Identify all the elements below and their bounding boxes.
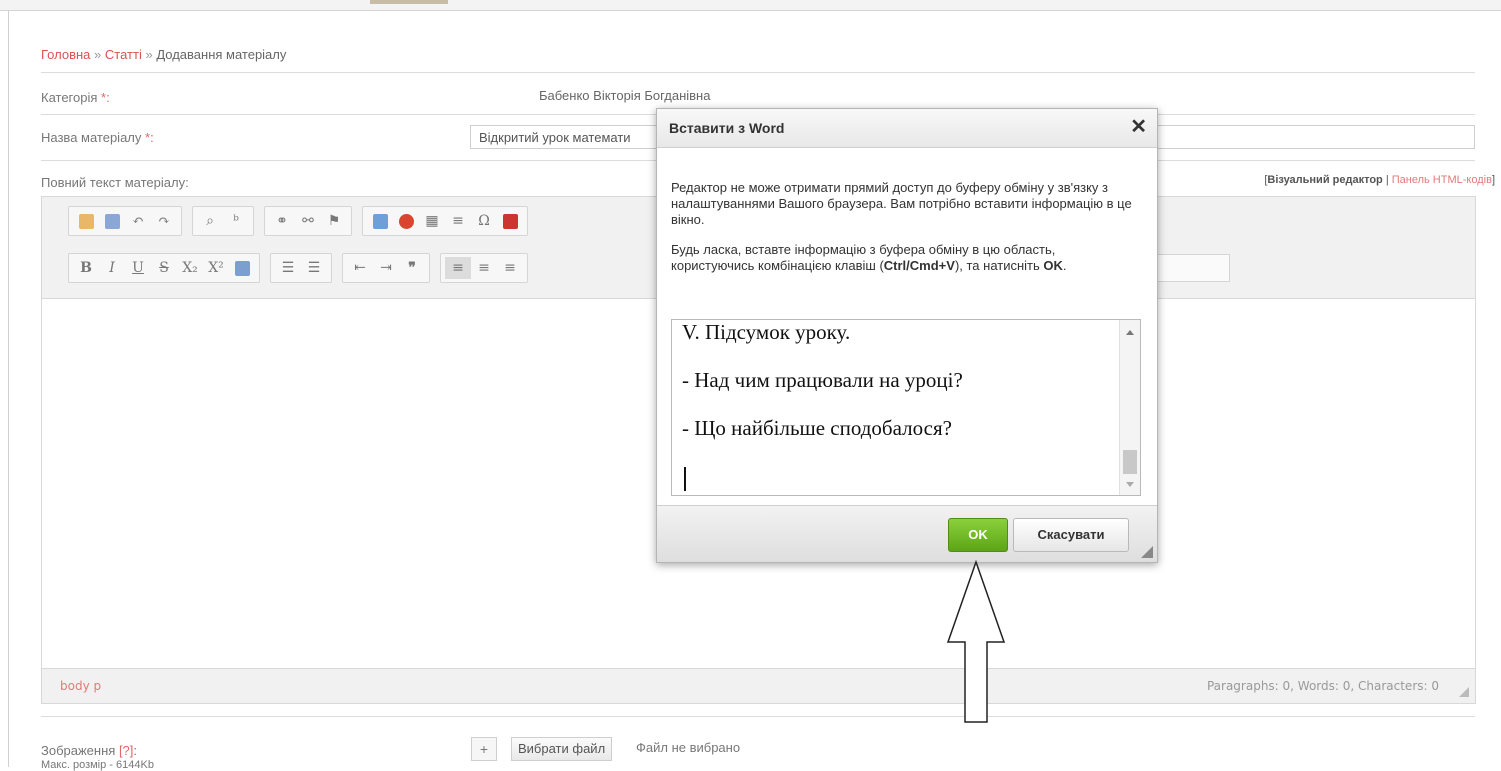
replace-icon[interactable]: ᵇ — [223, 210, 249, 232]
special-char-icon[interactable]: Ω — [471, 210, 497, 232]
toolbar-group: ≡ ≡ ≡ — [440, 253, 528, 283]
separator: | — [1385, 174, 1389, 186]
word-count: Paragraphs: 0, Words: 0, Characters: 0 — [1206, 679, 1439, 693]
dialog-title: Вставити з Word — [669, 120, 785, 136]
shortcut-keys: Ctrl/Cmd+V — [883, 258, 955, 273]
choose-file-button[interactable]: Вибрати файл — [511, 737, 613, 761]
unlink-icon[interactable]: ⚯ — [295, 210, 321, 232]
underline-button[interactable]: U — [125, 257, 151, 279]
dialog-instructions-2: Будь ласка, вставте інформацію з буфера … — [671, 242, 1141, 274]
youtube-icon[interactable] — [497, 210, 523, 232]
file-status: Файл не вибрано — [636, 740, 741, 755]
toolbar-group: ☰ ☰ — [270, 253, 332, 283]
title-label-text: Назва матеріалу — [41, 130, 142, 145]
dialog-resize-grip-icon[interactable] — [1141, 546, 1153, 558]
anchor-flag-icon[interactable]: ⚑ — [321, 210, 347, 232]
breadcrumb: Головна » Статті » Додавання матеріалу — [41, 47, 286, 62]
required-mark: *: — [101, 90, 110, 105]
paste-from-word-dialog: Вставити з Word ✕ Редактор не може отрим… — [656, 108, 1158, 563]
category-value: Бабенко Вікторія Богданівна — [539, 88, 711, 103]
breadcrumb-home-link[interactable]: Головна — [41, 47, 90, 62]
toolbar-group: ⇤ ⇥ ❞ — [342, 253, 430, 283]
toolbar-group: ⌕ ᵇ — [192, 206, 254, 236]
html-panel-link[interactable]: Панель HTML-кодів — [1392, 174, 1492, 186]
dialog-header[interactable]: Вставити з Word ✕ — [657, 109, 1157, 148]
paste-line: V. Підсумок уроку. — [682, 320, 851, 344]
undo-icon[interactable]: ↶ — [125, 210, 151, 232]
align-left-icon[interactable]: ≡ — [445, 257, 471, 279]
add-image-button[interactable]: + — [471, 737, 497, 761]
paste-scrollbar[interactable] — [1119, 320, 1140, 495]
category-label-text: Категорія — [41, 90, 98, 105]
fulltext-label: Повний текст матеріалу: — [41, 175, 189, 190]
horizontal-rule-icon[interactable]: ≡ — [445, 210, 471, 232]
link-icon[interactable]: ⚭ — [269, 210, 295, 232]
bullet-list-icon[interactable]: ☰ — [301, 257, 327, 279]
instruction-text: ), та натисніть — [954, 258, 1044, 273]
paste-word-icon[interactable] — [99, 210, 125, 232]
required-mark: *: — [145, 130, 154, 145]
blockquote-icon[interactable]: ❞ — [399, 257, 425, 279]
scroll-thumb[interactable] — [1123, 450, 1137, 474]
divider — [41, 72, 1475, 73]
align-right-icon[interactable]: ≡ — [497, 257, 523, 279]
bold-button[interactable]: B — [73, 257, 99, 279]
paste-textarea[interactable]: V. Підсумок уроку. - Над чим працювали н… — [671, 319, 1141, 496]
numbered-list-icon[interactable]: ☰ — [275, 257, 301, 279]
redo-icon[interactable]: ↷ — [151, 210, 177, 232]
annotation-arrow-icon — [946, 560, 1006, 723]
close-icon[interactable]: ✕ — [1130, 115, 1147, 139]
indent-icon[interactable]: ⇥ — [373, 257, 399, 279]
outdent-icon[interactable]: ⇤ — [347, 257, 373, 279]
divider — [41, 716, 1475, 717]
table-icon[interactable]: ▦ — [419, 210, 445, 232]
paste-line: - Над чим працювали на уроці? — [682, 368, 963, 392]
window-left-border — [8, 10, 9, 767]
remove-format-icon[interactable] — [229, 257, 255, 279]
superscript-button[interactable]: X² — [203, 257, 229, 279]
breadcrumb-current: Додавання матеріалу — [156, 47, 287, 62]
toolbar-group: ↶ ↷ — [68, 206, 182, 236]
toolbar-group: B I U S X₂ X² — [68, 253, 260, 283]
visual-editor-link[interactable]: Візуальний редактор — [1267, 174, 1382, 186]
scroll-down-arrow-icon[interactable] — [1126, 482, 1134, 487]
toolbar-row-1: ↶ ↷ ⌕ ᵇ ⚭ ⚯ ⚑ ▦ ≡ Ω — [68, 206, 538, 236]
editor-status-bar: body p Paragraphs: 0, Words: 0, Characte… — [42, 668, 1475, 703]
ok-mention: OK — [1043, 258, 1063, 273]
breadcrumb-separator: » — [145, 47, 153, 62]
cancel-button[interactable]: Скасувати — [1013, 518, 1129, 552]
title-label: Назва матеріалу *: — [41, 130, 154, 145]
images-help-link[interactable]: [?] — [119, 743, 133, 758]
window-top-frame — [0, 0, 1501, 11]
bracket: ] — [1491, 174, 1495, 186]
image-icon[interactable] — [367, 210, 393, 232]
paste-text-icon[interactable] — [73, 210, 99, 232]
toolbar-group: ▦ ≡ Ω — [362, 206, 528, 236]
images-label: Зображення [?]: — [41, 743, 137, 758]
align-center-icon[interactable]: ≡ — [471, 257, 497, 279]
breadcrumb-separator: » — [94, 47, 102, 62]
text-caret — [684, 467, 686, 491]
editor-mode-switch: [Візуальний редактор | Панель HTML-кодів… — [1264, 174, 1495, 186]
images-label-text: Зображення — [41, 743, 116, 758]
italic-button[interactable]: I — [99, 257, 125, 279]
toolbar-group: ⚭ ⚯ ⚑ — [264, 206, 352, 236]
find-icon[interactable]: ⌕ — [197, 210, 223, 232]
flash-icon[interactable] — [393, 210, 419, 232]
breadcrumb-articles-link[interactable]: Статті — [105, 47, 142, 62]
dialog-instructions-1: Редактор не може отримати прямий доступ … — [671, 180, 1132, 227]
max-size-note: Макс. розмір - 6144Kb — [41, 759, 154, 771]
paste-line: - Що найбільше сподобалося? — [682, 416, 952, 440]
category-label: Категорія *: — [41, 90, 110, 105]
strike-button[interactable]: S — [151, 257, 177, 279]
tab-marker — [370, 0, 448, 4]
subscript-button[interactable]: X₂ — [177, 257, 203, 279]
scroll-up-arrow-icon[interactable] — [1126, 330, 1134, 335]
period: . — [1062, 258, 1067, 273]
element-path[interactable]: body p — [60, 679, 101, 693]
colon: : — [133, 743, 138, 758]
dialog-footer: OK Скасувати — [657, 505, 1157, 562]
resize-grip-icon[interactable] — [1459, 687, 1469, 697]
ok-button[interactable]: OK — [948, 518, 1008, 552]
